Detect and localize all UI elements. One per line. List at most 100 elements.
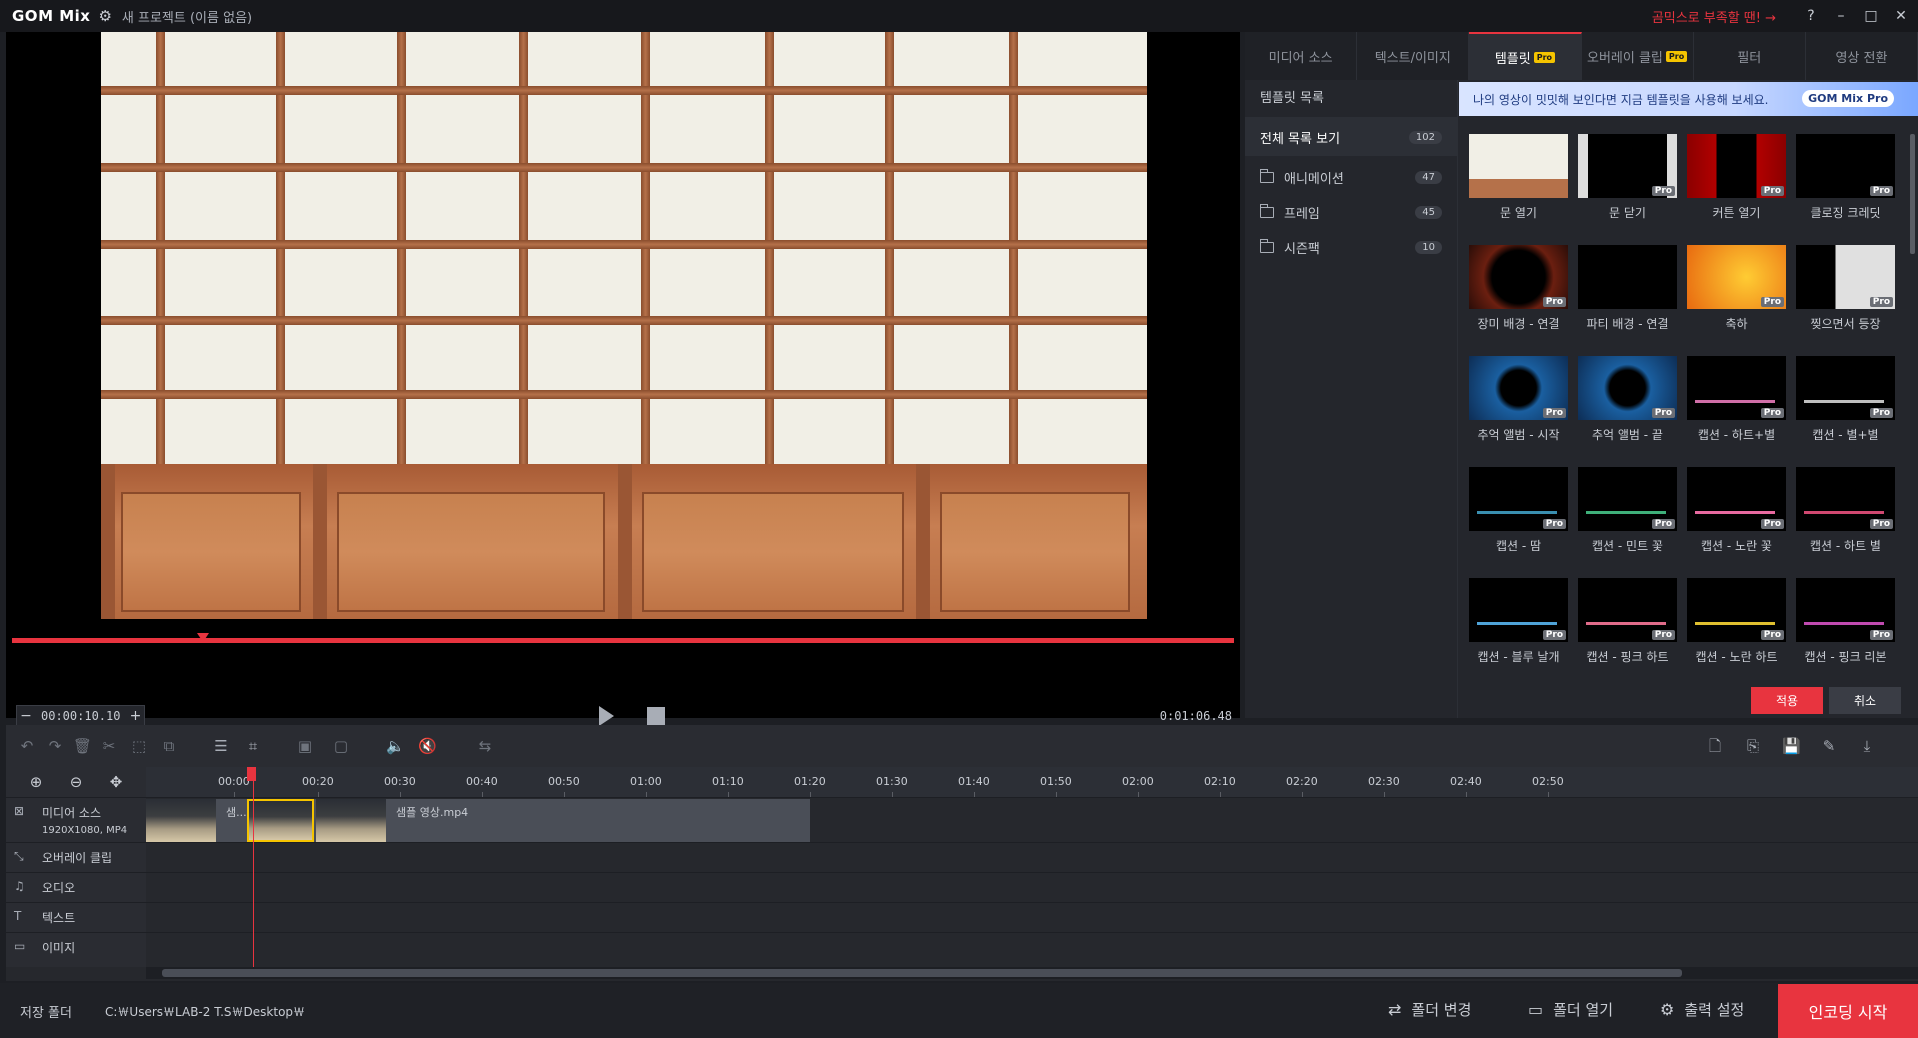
template-preview-image[interactable]: Pro [1578,134,1677,198]
template-thumbnail[interactable]: Pro 캡션 - 노란 하트 [1687,578,1786,674]
clip-thumbnail[interactable] [316,799,386,842]
feedback-link[interactable]: 곰믹스로 부족할 땐! → [1652,7,1776,26]
cancel-button[interactable]: 취소 [1829,687,1901,714]
replace-icon[interactable]: ⇆ [476,737,494,755]
template-thumbnail[interactable]: Pro 찢으면서 등장 [1796,245,1895,348]
category-season-pack[interactable]: 시즌팩 10 [1245,230,1457,265]
template-thumbnail[interactable]: Pro 캡션 - 노란 꽃 [1687,467,1786,570]
time-increase-button[interactable]: + [126,708,144,724]
image-capture-icon[interactable]: ▢ [332,737,350,755]
timeline-scroll-thumb[interactable] [162,969,1682,977]
zoom-out-icon[interactable]: ⊖ [70,773,83,791]
seek-handle[interactable] [197,633,209,642]
tab-transition[interactable]: 영상 전환 [1806,32,1918,80]
category-all[interactable]: 전체 목록 보기 102 [1245,118,1457,156]
save-as-icon[interactable]: ✎ [1820,737,1838,755]
template-preview-image[interactable]: Pro [1687,245,1786,309]
template-thumbnail[interactable]: Pro 커튼 열기 [1687,134,1786,237]
template-preview-image[interactable]: Pro [1796,356,1895,420]
zoom-in-icon[interactable]: ⊕ [30,773,43,791]
media-track-row[interactable]: 샘... 샘플 영상.mp4 [146,797,1918,842]
template-thumbnail[interactable]: Pro 캡션 - 땀 [1469,467,1568,570]
template-thumbnail[interactable]: Pro 캡션 - 민트 꽃 [1578,467,1677,570]
template-preview-image[interactable] [1469,134,1568,198]
template-thumbnail[interactable]: 파티 배경 - 연결 [1578,245,1677,348]
settings-gear-icon[interactable]: ⚙ [98,7,111,25]
template-preview-image[interactable]: Pro [1578,578,1677,642]
template-preview-image[interactable]: Pro [1687,578,1786,642]
open-folder-button[interactable]: ▭ 폴더 열기 [1528,999,1613,1020]
stop-icon[interactable] [647,707,665,725]
template-preview-image[interactable]: Pro [1469,578,1568,642]
template-preview-image[interactable]: Pro [1469,356,1568,420]
promo-banner[interactable]: 나의 영상이 밋밋해 보인다면 지금 템플릿을 사용해 보세요. GOM Mix… [1459,82,1918,116]
apply-button[interactable]: 적용 [1751,687,1823,714]
play-icon[interactable] [599,706,614,726]
cut-icon[interactable]: ✂ [100,737,118,755]
delete-icon[interactable]: 🗑 [73,737,92,755]
template-thumbnail[interactable]: Pro 축하 [1687,245,1786,348]
template-thumbnail[interactable]: Pro 캡션 - 별+별 [1796,356,1895,459]
audio-track-row[interactable] [146,872,1918,902]
template-preview-image[interactable]: Pro [1469,245,1568,309]
tab-overlay-clip[interactable]: 오버레이 클립 Pro [1582,32,1694,80]
image-insert-icon[interactable]: ▣ [296,737,314,755]
encode-start-button[interactable]: 인코딩 시작 [1778,984,1918,1038]
tab-text-image[interactable]: 텍스트/이미지 [1357,32,1470,80]
redo-icon[interactable]: ↷ [46,737,64,755]
template-thumbnail[interactable]: Pro 클로징 크레딧 [1796,134,1895,237]
clip-thumbnail[interactable] [146,799,216,842]
new-project-icon[interactable]: 🗋 [1706,737,1724,755]
template-preview-image[interactable]: Pro [1687,134,1786,198]
seek-bar[interactable] [12,638,1234,643]
template-thumbnail[interactable]: Pro 캡션 - 핑크 하트 [1578,578,1677,674]
template-preview-image[interactable]: Pro [1796,134,1895,198]
time-decrease-button[interactable]: − [17,708,35,724]
template-preview-image[interactable] [1578,245,1677,309]
template-preview-image[interactable]: Pro [1796,467,1895,531]
save-project-icon[interactable]: 💾 [1782,737,1801,755]
current-time[interactable]: 00:00:10.10 [35,709,126,723]
template-preview-image[interactable]: Pro [1687,356,1786,420]
maximize-icon[interactable]: □ [1858,8,1884,24]
minimize-icon[interactable]: – [1828,8,1854,24]
change-folder-button[interactable]: ⇄ 폴더 변경 [1388,999,1471,1020]
template-thumbnail[interactable]: Pro 문 닫기 [1578,134,1677,237]
volume-icon[interactable]: 🔈 [386,737,405,755]
template-thumbnail[interactable]: Pro 추억 앨범 - 시작 [1469,356,1568,459]
tab-filter[interactable]: 필터 [1694,32,1806,80]
crop-icon[interactable]: ⌗ [244,737,262,755]
template-thumbnail[interactable]: Pro 캡션 - 핑크 리본 [1796,578,1895,674]
category-animation[interactable]: 애니메이션 47 [1245,160,1457,195]
output-settings-button[interactable]: ⚙ 출력 설정 [1660,999,1744,1020]
template-preview-image[interactable]: Pro [1578,356,1677,420]
image-track-row[interactable] [146,932,1918,967]
overlay-track-row[interactable] [146,842,1918,872]
playhead[interactable] [253,767,254,967]
template-thumbnail[interactable]: Pro 추억 앨범 - 끝 [1578,356,1677,459]
template-preview-image[interactable]: Pro [1687,467,1786,531]
current-time-stepper[interactable]: − 00:00:10.10 + [16,705,146,727]
split-icon[interactable]: ⧉ [160,737,178,755]
close-icon[interactable]: ✕ [1888,8,1914,24]
template-thumbnail[interactable]: Pro 캡션 - 하트+별 [1687,356,1786,459]
export-icon[interactable]: ⤓ [1858,737,1876,755]
template-scrollbar[interactable] [1910,134,1915,254]
select-icon[interactable]: ⬚ [130,737,148,755]
template-preview-image[interactable]: Pro [1796,578,1895,642]
category-frame[interactable]: 프레임 45 [1245,195,1457,230]
template-preview-image[interactable]: Pro [1796,245,1895,309]
timeline-ruler[interactable]: 00:00 00:20 00:30 00:40 00:50 01:00 01:10 01:20… [146,767,1918,797]
template-thumbnail[interactable]: Pro 장미 배경 - 연결 [1469,245,1568,348]
template-thumbnail[interactable]: 문 열기 [1469,134,1568,237]
template-thumbnail[interactable]: Pro 캡션 - 하트 별 [1796,467,1895,570]
template-thumbnail[interactable]: Pro 캡션 - 블루 날개 [1469,578,1568,674]
mute-icon[interactable]: 🔇 [418,737,437,755]
tab-template[interactable]: 템플릿 Pro [1469,32,1582,80]
help-icon[interactable]: ? [1798,8,1824,24]
template-preview-image[interactable]: Pro [1469,467,1568,531]
undo-icon[interactable]: ↶ [18,737,36,755]
adjust-icon[interactable]: ☰ [212,737,230,755]
tab-media-source[interactable]: 미디어 소스 [1245,32,1358,80]
open-project-icon[interactable]: ⎘ [1744,737,1762,755]
